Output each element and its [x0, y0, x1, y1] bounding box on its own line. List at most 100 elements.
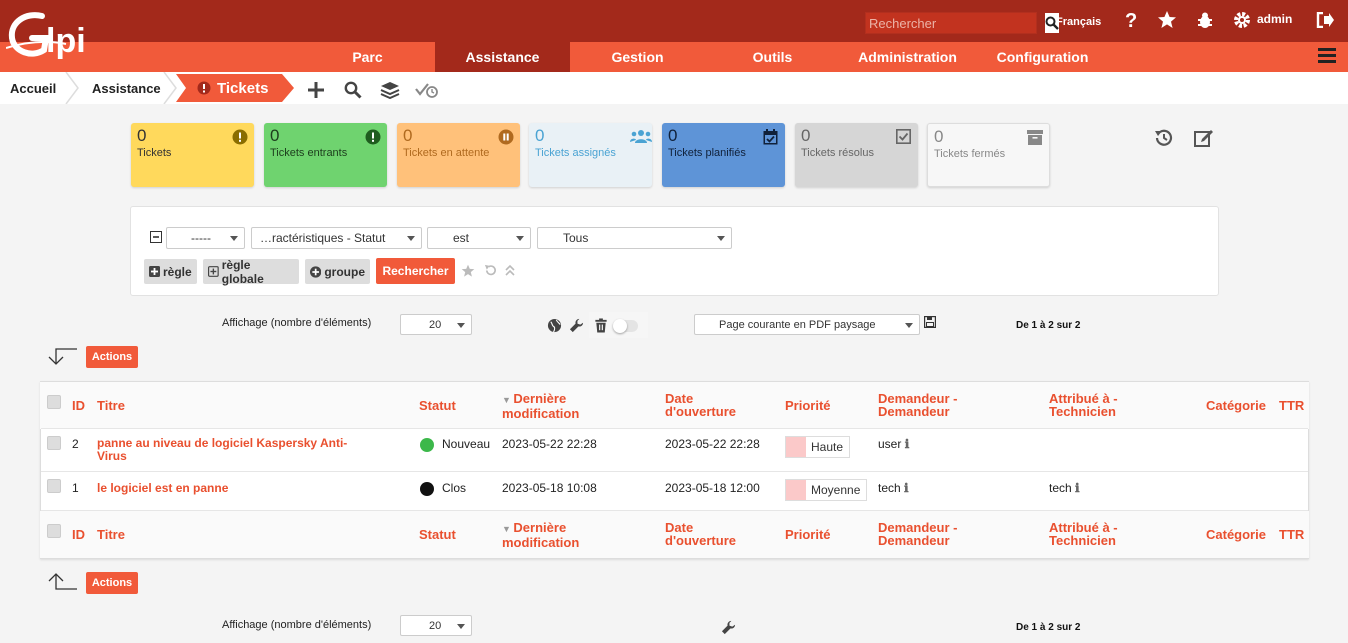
col-requester-header[interactable]: Demandeur - Demandeur	[878, 392, 957, 418]
col-id-footer[interactable]: ID	[72, 528, 85, 541]
tile-tickets-en-attente[interactable]: 0 Tickets en attente	[397, 123, 520, 187]
star-icon[interactable]	[1157, 10, 1177, 30]
col-priority-header[interactable]: Priorité	[785, 399, 831, 412]
actions-button-bottom[interactable]: Actions	[86, 572, 138, 594]
col-ttr-footer[interactable]: TTR	[1279, 528, 1304, 541]
col-id-header[interactable]: ID	[72, 399, 85, 412]
language-selector[interactable]: Français	[1056, 16, 1101, 28]
collapse-criteria-icon[interactable]	[150, 231, 162, 243]
display-count-label: Affichage (nombre d'éléments)	[222, 317, 372, 329]
logout-icon[interactable]	[1315, 10, 1335, 30]
col-modified-header[interactable]: ▼ Dernière modification	[502, 392, 579, 420]
add-ticket-icon[interactable]	[304, 78, 328, 102]
nav-outils[interactable]: Outils	[705, 42, 840, 72]
add-rule-button[interactable]: règle	[144, 259, 197, 284]
col-modified-footer[interactable]: ▼ Dernière modification	[502, 521, 579, 549]
breadcrumb-tickets[interactable]: Tickets	[217, 72, 268, 104]
info-icon[interactable]: ℹ	[904, 481, 909, 495]
collapse-up-icon[interactable]	[505, 264, 515, 277]
assigned-name: tech	[1049, 481, 1072, 495]
nav-parc[interactable]: Parc	[300, 42, 435, 72]
link-select[interactable]: -----	[166, 227, 245, 249]
tile-tickets-fermés[interactable]: 0 Tickets fermés	[927, 123, 1050, 187]
check-clock-icon[interactable]	[415, 78, 439, 102]
display-count-select[interactable]: 20	[400, 314, 472, 335]
priority-badge: Moyenne	[785, 479, 867, 501]
globe-icon[interactable]	[547, 318, 562, 333]
requester-name: user	[878, 437, 902, 451]
add-global-rule-button[interactable]: règle globale	[203, 258, 299, 286]
ticket-assigned[interactable]: tech ℹ	[1049, 481, 1080, 495]
save-search-star-icon[interactable]	[461, 264, 475, 278]
user-menu[interactable]: admin	[1257, 12, 1292, 26]
gear-icon[interactable]	[1232, 10, 1252, 30]
col-assigned-footer[interactable]: Attribué à - Technicien	[1049, 521, 1118, 547]
search-tickets-icon[interactable]	[341, 78, 365, 102]
col-category-header[interactable]: Catégorie	[1206, 399, 1266, 412]
col-opened-header[interactable]: Date d'ouverture	[665, 392, 736, 418]
col-status-header[interactable]: Statut	[419, 399, 456, 412]
tile-tickets-résolus[interactable]: 0 Tickets résolus	[795, 123, 918, 187]
info-icon[interactable]: ℹ	[905, 437, 910, 451]
field-select[interactable]: …ractéristiques - Statut	[251, 227, 422, 249]
nav-configuration[interactable]: Configuration	[975, 42, 1110, 72]
add-group-button[interactable]: groupe	[305, 259, 370, 284]
row-checkbox[interactable]	[47, 436, 61, 450]
breadcrumb-assistance[interactable]: Assistance	[92, 72, 161, 104]
edit-icon[interactable]	[1193, 127, 1215, 149]
col-opened-footer[interactable]: Date d'ouverture	[665, 521, 736, 547]
ticket-title-link[interactable]: panne au niveau de logiciel Kaspersky An…	[97, 437, 347, 463]
nav-gestion[interactable]: Gestion	[570, 42, 705, 72]
row-checkbox[interactable]	[47, 479, 61, 493]
col-title-header[interactable]: Titre	[97, 399, 125, 412]
menu-toggle-icon[interactable]	[1318, 48, 1336, 64]
reset-search-icon[interactable]	[484, 264, 497, 277]
col-ttr-header[interactable]: TTR	[1279, 399, 1304, 412]
info-icon[interactable]: ℹ	[1075, 481, 1080, 495]
templates-layers-icon[interactable]	[378, 78, 402, 102]
col-priority-footer[interactable]: Priorité	[785, 528, 831, 541]
history-icon[interactable]	[1153, 127, 1175, 149]
nav-administration[interactable]: Administration	[840, 42, 975, 72]
wrench-icon[interactable]	[569, 318, 584, 333]
global-search-input[interactable]	[866, 13, 1045, 33]
glpi-logo[interactable]: lpi	[6, 8, 106, 64]
floppy-save-icon[interactable]	[924, 316, 936, 328]
ticket-modified: 2023-05-18 10:08	[502, 481, 597, 495]
tile-label: Tickets entrants	[270, 147, 348, 159]
wrench-icon-bottom[interactable]	[721, 620, 736, 635]
bug-icon[interactable]	[1195, 10, 1215, 30]
search-submit-button[interactable]: Rechercher	[376, 258, 455, 284]
operator-select[interactable]: est	[427, 227, 531, 249]
col-modified-line2: modification	[502, 406, 580, 421]
select-all-checkbox-footer[interactable]	[47, 524, 61, 538]
display-count-select-bottom[interactable]: 20	[400, 615, 472, 636]
field-select-value: …ractéristiques - Statut	[260, 231, 386, 245]
ticket-modified: 2023-05-22 22:28	[502, 437, 597, 451]
value-select[interactable]: Tous	[537, 227, 732, 249]
ticket-opened: 2023-05-22 22:28	[665, 437, 760, 451]
ticket-requester[interactable]: user ℹ	[878, 437, 909, 451]
col-status-footer[interactable]: Statut	[419, 528, 456, 541]
col-requester-footer[interactable]: Demandeur - Demandeur	[878, 521, 957, 547]
trash-icon[interactable]	[594, 318, 608, 333]
select-all-checkbox[interactable]	[47, 395, 61, 409]
check-square-icon	[896, 129, 912, 145]
tile-tickets[interactable]: 0 Tickets	[131, 123, 254, 187]
col-assigned-header[interactable]: Attribué à - Technicien	[1049, 392, 1118, 418]
export-format-select[interactable]: Page courante en PDF paysage	[694, 314, 920, 335]
col-category-footer[interactable]: Catégorie	[1206, 528, 1266, 541]
col-title-footer[interactable]: Titre	[97, 528, 125, 541]
sort-desc-icon: ▼	[502, 524, 514, 534]
breadcrumb-home[interactable]: Accueil	[10, 72, 56, 104]
help-icon[interactable]: ?	[1121, 10, 1141, 30]
nav-assistance[interactable]: Assistance	[435, 42, 570, 72]
ticket-requester[interactable]: tech ℹ	[878, 481, 909, 495]
actions-button-top[interactable]: Actions	[86, 346, 138, 368]
tile-tickets-assignés[interactable]: 0 Tickets assignés	[529, 123, 652, 187]
ticket-title-link[interactable]: le logiciel est en panne	[97, 481, 228, 495]
toggle-switch[interactable]	[613, 319, 638, 333]
add-group-label: groupe	[324, 264, 365, 279]
tile-tickets-entrants[interactable]: 0 Tickets entrants	[264, 123, 387, 187]
tile-tickets-planifiés[interactable]: 0 Tickets planifiés	[662, 123, 785, 187]
